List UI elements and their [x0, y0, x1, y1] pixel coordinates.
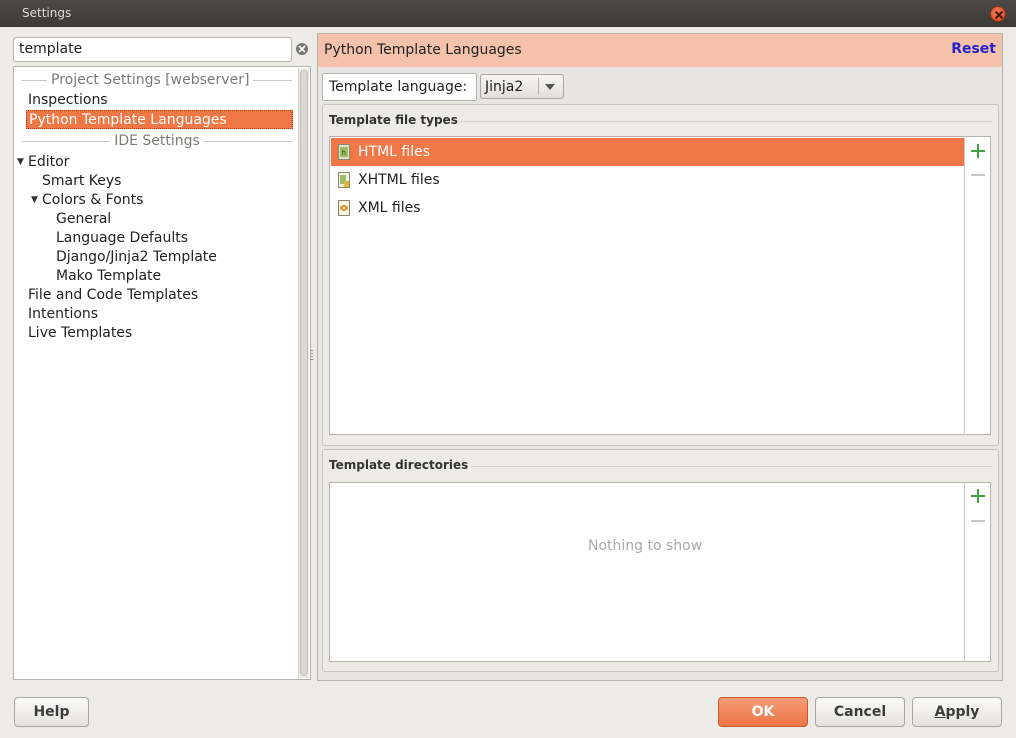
ide-settings-separator: IDE Settings — [22, 133, 293, 149]
tree-scrollbar-thumb[interactable] — [300, 70, 308, 676]
reset-link[interactable]: Reset — [951, 41, 996, 57]
template-directories-title: Template directories — [329, 458, 469, 472]
apply-button[interactable]: Apply — [912, 697, 1002, 727]
template-language-label: Template language: — [322, 73, 477, 101]
tree-item-intentions[interactable]: Intentions — [28, 305, 98, 324]
panel-splitter-handle[interactable] — [309, 348, 314, 364]
svg-text:h: h — [342, 149, 346, 157]
expand-editor-icon[interactable]: ▼ — [17, 157, 24, 167]
remove-file-type-button[interactable] — [971, 174, 985, 176]
tree-item-language-defaults[interactable]: Language Defaults — [56, 229, 188, 248]
tree-scrollbar[interactable] — [298, 68, 309, 678]
dropdown-arrow-icon — [545, 84, 555, 90]
template-file-types-list: h HTML files XHTML files XML files — [329, 136, 965, 435]
window-title: Settings — [22, 6, 72, 20]
tree-item-live-templates[interactable]: Live Templates — [28, 324, 132, 343]
template-directories-list: Nothing to show — [329, 482, 965, 662]
panel-header: Python Template Languages Reset — [318, 34, 1002, 67]
directories-toolbar — [964, 482, 991, 662]
xhtml-file-icon — [338, 172, 350, 188]
list-item-label: HTML files — [358, 144, 431, 160]
project-settings-separator: Project Settings [webserver] — [22, 72, 292, 88]
empty-list-text: Nothing to show — [588, 538, 703, 554]
html-file-icon: h — [338, 144, 350, 160]
clear-search-icon[interactable] — [296, 43, 308, 55]
list-item-html-files[interactable]: h HTML files — [331, 138, 964, 166]
template-file-types-title: Template file types — [329, 113, 458, 127]
ide-settings-label: IDE Settings — [114, 133, 200, 149]
template-language-select[interactable]: Jinja2 — [480, 74, 564, 99]
tree-item-python-template-languages[interactable]: Python Template Languages — [26, 110, 293, 129]
close-icon — [994, 10, 1004, 20]
apply-label-rest: pply — [945, 704, 980, 720]
list-item-xhtml-files[interactable]: XHTML files — [331, 166, 964, 194]
help-button[interactable]: Help — [14, 697, 89, 727]
add-file-type-button[interactable] — [971, 144, 985, 158]
apply-mnemonic: A — [934, 704, 946, 720]
list-item-label: XHTML files — [358, 172, 440, 188]
add-directory-button[interactable] — [971, 489, 985, 503]
close-button[interactable] — [990, 6, 1006, 22]
tree-item-general[interactable]: General — [56, 210, 111, 229]
expand-colors-fonts-icon[interactable]: ▼ — [31, 195, 38, 205]
file-types-toolbar — [964, 136, 991, 435]
tree-item-colors-fonts[interactable]: Colors & Fonts — [42, 191, 143, 210]
tree-item-editor[interactable]: Editor — [28, 153, 69, 172]
panel-title: Python Template Languages — [324, 42, 522, 58]
ok-button[interactable]: OK — [718, 697, 808, 727]
settings-window: Settings template Project Settings [webs… — [0, 0, 1016, 738]
list-item-xml-files[interactable]: XML files — [331, 194, 964, 222]
tree-item-file-and-code-templates[interactable]: File and Code Templates — [28, 286, 198, 305]
tree-item-smart-keys[interactable]: Smart Keys — [42, 172, 121, 191]
template-language-value: Jinja2 — [485, 79, 524, 95]
list-item-label: XML files — [358, 200, 421, 216]
title-bar: Settings — [0, 0, 1016, 27]
xml-file-icon — [338, 200, 350, 216]
cancel-button[interactable]: Cancel — [815, 697, 905, 727]
project-settings-label: Project Settings [webserver] — [51, 72, 250, 88]
tree-item-django-jinja2-template[interactable]: Django/Jinja2 Template — [56, 248, 217, 267]
tree-item-inspections[interactable]: Inspections — [28, 91, 108, 110]
remove-directory-button[interactable] — [971, 520, 985, 522]
search-input[interactable]: template — [13, 37, 292, 62]
settings-tree: Project Settings [webserver] Inspections… — [13, 66, 311, 680]
tree-item-mako-template[interactable]: Mako Template — [56, 267, 161, 286]
